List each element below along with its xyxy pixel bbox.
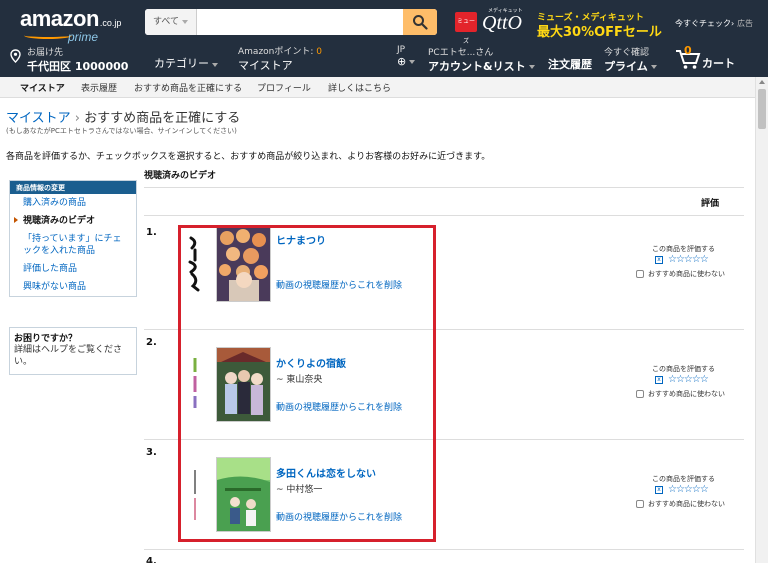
prime-label: プライム (604, 60, 648, 73)
ad-label: 広告 (737, 19, 753, 28)
points-value: 0 (316, 47, 323, 57)
divider (144, 187, 744, 188)
breadcrumb-mystore[interactable]: マイストア (6, 111, 71, 126)
search-icon (413, 15, 428, 30)
item-number: 3. (146, 447, 157, 458)
subnav-history[interactable]: 表示履歴 (81, 81, 117, 94)
top-navbar: amazon.co.jp prime すべて ミューズ メディキュット QttO… (0, 0, 768, 77)
breadcrumb: マイストア › おすすめ商品を正確にする (6, 107, 240, 126)
page-title: おすすめ商品を正確にする (84, 111, 241, 126)
signin-note[interactable]: (もしあなたがPCエトセトラさんではない場合、サインインしてください) (6, 126, 237, 136)
sidebar: 商品情報の変更 購入済みの商品 視聴済みのビデオ 「持っています」にチェックを入… (9, 180, 137, 297)
not-use-for-recommendations[interactable]: おすすめ商品に使わない (636, 269, 725, 279)
sidebar-item-rated[interactable]: 評価した商品 (10, 260, 136, 278)
checkbox[interactable] (636, 270, 644, 278)
breadcrumb-separator: › (74, 111, 80, 126)
amazon-logo[interactable]: amazon.co.jp prime (20, 6, 122, 44)
chevron-down-icon (528, 65, 535, 69)
deliver-to[interactable]: お届け先 千代田区 1000000 (10, 45, 128, 74)
promo-line2: 最大30%OFFセール (537, 25, 662, 40)
promo-logo: QttO (482, 12, 522, 34)
prime-label: prime (68, 30, 99, 44)
deliver-to-label: お届け先 (27, 48, 64, 58)
scroll-up-icon[interactable] (759, 80, 765, 84)
rate-label: この商品を評価する (652, 365, 715, 373)
promo-banner[interactable]: ミューズ メディキュット QttO ミューズ・メディキュット 最大30%OFFセ… (455, 8, 665, 45)
location-pin-icon (10, 49, 21, 63)
sidebar-item-purchased[interactable]: 購入済みの商品 (10, 194, 136, 212)
mystore-subnav: マイストア 表示履歴 おすすめ商品を正確にする プロフィール 詳しくはこちら (0, 77, 768, 98)
cart-count: 0 (684, 44, 692, 57)
help-box: お困りですか？ 詳細はヘルプをご覧ください。 (9, 327, 137, 375)
rating-column-header: 評価 (701, 199, 720, 209)
subnav-profile[interactable]: プロフィール (257, 81, 311, 94)
clear-rating-icon[interactable]: x (655, 486, 663, 494)
item-number: 4. (146, 556, 157, 563)
item-number: 1. (146, 227, 157, 238)
sidebar-item-not-interested[interactable]: 興味がない商品 (10, 278, 136, 296)
checkbox[interactable] (636, 500, 644, 508)
intro-text: 各商品を評価するか、チェックボックスを選択すると、おすすめ商品が絞り込まれ、より… (6, 152, 491, 162)
star-rating[interactable]: ☆☆☆☆☆ (668, 484, 709, 495)
sidebar-item-watched-videos[interactable]: 視聴済みのビデオ (10, 212, 136, 230)
cart-label: カート (702, 57, 735, 70)
checkbox[interactable] (636, 390, 644, 398)
search-category-dropdown[interactable]: すべて (145, 9, 197, 35)
scroll-thumb[interactable] (758, 89, 766, 129)
rate-label: この商品を評価する (652, 245, 715, 253)
search-button[interactable] (403, 9, 437, 35)
prime-menu[interactable]: 今すぐ確認 プライム (604, 45, 657, 74)
subnav-learn-more[interactable]: 詳しくはこちら (328, 81, 391, 94)
chevron-down-icon (409, 60, 416, 64)
divider (144, 215, 744, 216)
not-use-for-recommendations[interactable]: おすすめ商品に使わない (636, 389, 725, 399)
chevron-down-icon (650, 65, 657, 69)
account-menu[interactable]: PCエトセ...さん アカウント&リスト (428, 45, 535, 74)
points-and-mystore[interactable]: Amazonポイント: 0 マイストア (238, 44, 322, 73)
not-use-for-recommendations[interactable]: おすすめ商品に使わない (636, 499, 725, 509)
deliver-to-address: 千代田区 1000000 (27, 60, 129, 73)
scrollbar[interactable] (755, 77, 768, 563)
clear-rating-icon[interactable]: x (655, 376, 663, 384)
section-title: 視聴済みのビデオ (144, 171, 217, 181)
sidebar-heading: 商品情報の変更 (10, 181, 136, 194)
subnav-mystore[interactable]: マイストア (20, 81, 65, 94)
rate-label: この商品を評価する (652, 475, 715, 483)
category-menu[interactable]: カテゴリー (154, 55, 218, 71)
account-label: アカウント&リスト (428, 60, 526, 73)
search-input[interactable] (197, 9, 401, 35)
help-link[interactable]: 詳細はヘルプをご覧ください。 (14, 344, 132, 368)
highlight-box (178, 225, 436, 542)
subnav-improve-recommendations[interactable]: おすすめ商品を正確にする (134, 81, 242, 94)
chevron-down-icon (182, 19, 189, 24)
promo-badge: ミューズ (455, 12, 477, 45)
logo-domain: .co.jp (99, 18, 122, 28)
smile-icon (24, 32, 72, 39)
star-rating[interactable]: ☆☆☆☆☆ (668, 254, 709, 265)
logo-text: amazon (20, 6, 99, 31)
chevron-down-icon (212, 62, 218, 67)
help-title: お困りですか？ (14, 334, 78, 344)
globe-icon: ⊕ (397, 55, 407, 68)
star-rating[interactable]: ☆☆☆☆☆ (668, 374, 709, 385)
orders-link[interactable]: 注文履歴 (548, 56, 592, 72)
sidebar-item-owned[interactable]: 「持っています」にチェックを入れた商品 (10, 230, 136, 260)
item-number: 2. (146, 337, 157, 348)
clear-rating-icon[interactable]: x (655, 256, 663, 264)
mystore-link[interactable]: マイストア (238, 57, 322, 73)
divider (144, 549, 744, 550)
account-greeting: PCエトセ...さん (428, 48, 494, 58)
search-bar: すべて (145, 9, 437, 35)
points-label: Amazonポイント: 0 (238, 47, 323, 57)
check-now-link[interactable]: 今すぐチェック› (675, 18, 734, 29)
language-selector[interactable]: JP ⊕ (397, 45, 416, 68)
prime-check-label: 今すぐ確認 (604, 48, 650, 58)
